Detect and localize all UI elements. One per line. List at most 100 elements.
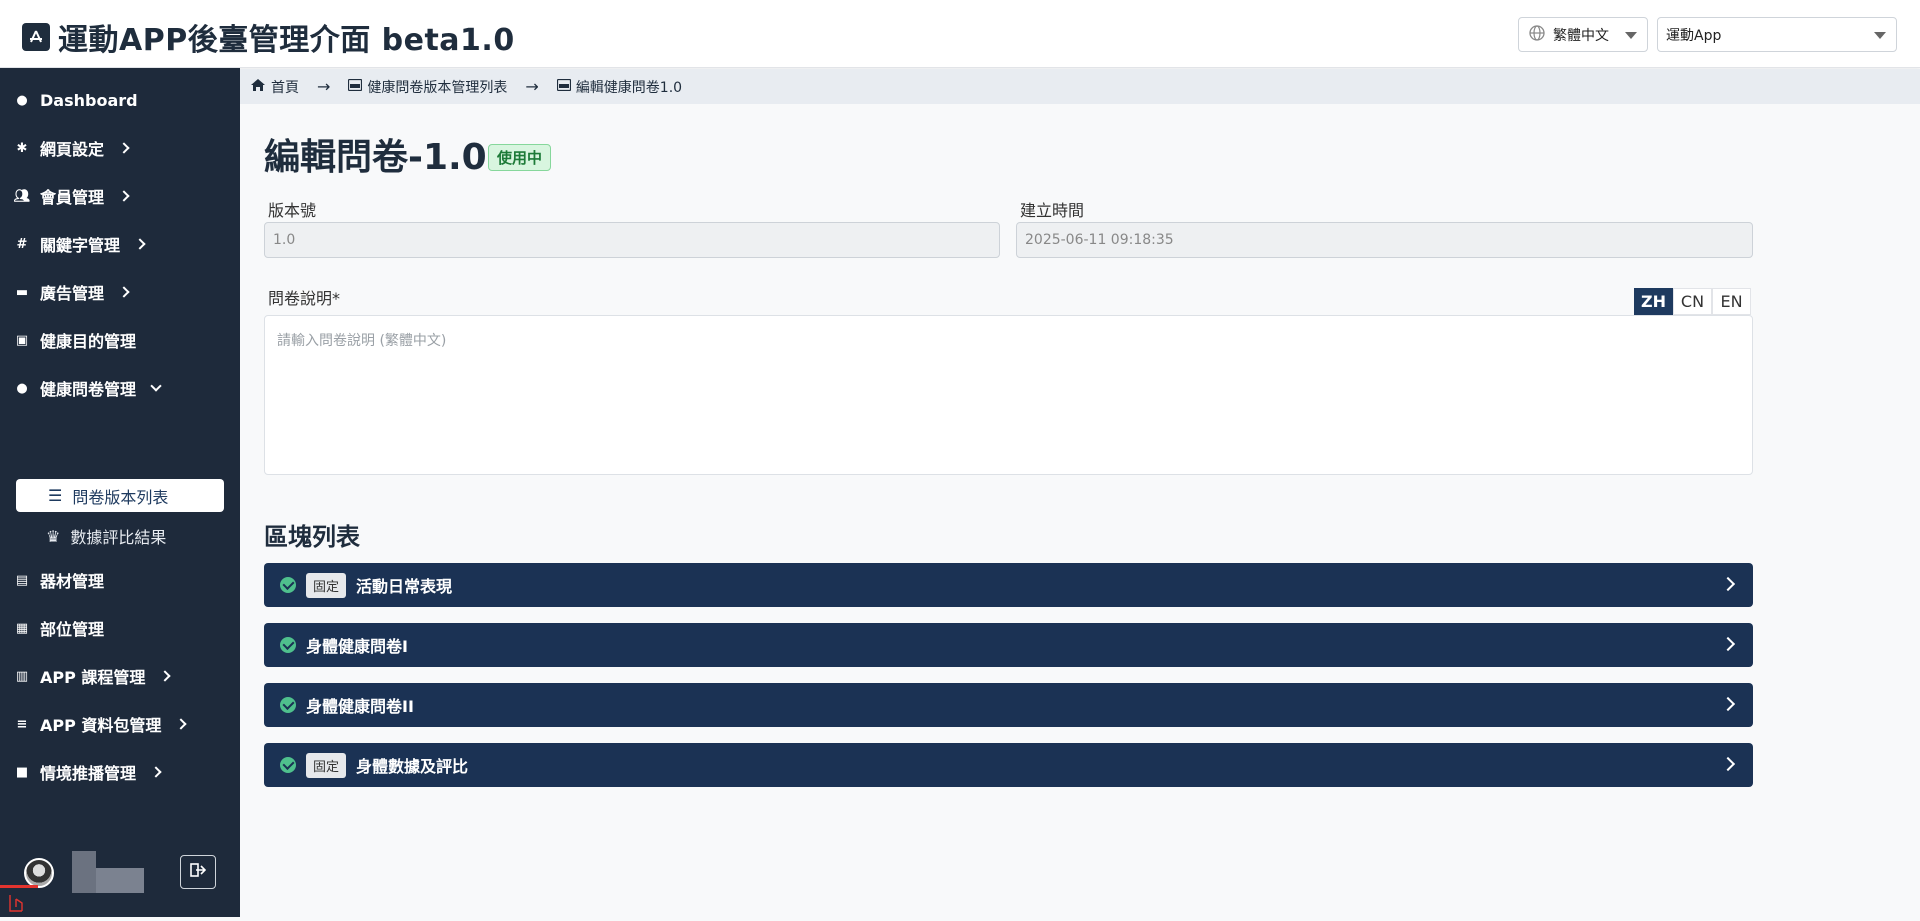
sidebar: ● Dashboard ✱ 網頁設定 👥︎ 會員管理 # 關鍵字管理 ▬ 廣告管…	[0, 68, 240, 917]
description-placeholder: 請輸入問卷說明 (繁體中文)	[277, 333, 447, 349]
fixed-tag: 固定	[306, 572, 347, 598]
block-list-title: 區塊列表	[264, 523, 360, 551]
status-badge: 使用中	[488, 144, 552, 171]
top-header: 運動APP後臺管理介面 beta1.0 繁體中文 運動App	[0, 0, 1920, 68]
description-label: 問卷說明*	[268, 289, 341, 308]
sidebar-item-label: APP 資料包管理	[40, 716, 162, 735]
sidebar-item-health-goals[interactable]: ▣ 健康目的管理	[14, 325, 136, 355]
chevron-right-icon	[175, 718, 188, 730]
chevron-down-icon	[150, 380, 162, 392]
chevron-right-icon	[159, 670, 172, 682]
version-label: 版本號	[268, 201, 317, 220]
toolbox-icon: ▤	[15, 572, 29, 588]
version-field[interactable]: 1.0	[264, 222, 1000, 258]
list-alt-icon	[556, 78, 571, 95]
sidebar-subitem-data-results[interactable]: ♛ 數據評比結果	[46, 521, 166, 551]
chevron-right-icon	[150, 766, 162, 778]
app-store-icon	[22, 23, 50, 51]
breadcrumb-home[interactable]: 首頁	[250, 77, 299, 97]
logout-button[interactable]	[180, 855, 216, 889]
database-icon: ≡	[16, 716, 28, 732]
block-row[interactable]: 固定 身體數據及評比	[264, 743, 1753, 787]
block-label: 身體數據及評比	[356, 757, 469, 776]
hashtag-icon: #	[16, 236, 28, 252]
sidebar-item-body-parts[interactable]: ▦ 部位管理	[14, 613, 104, 643]
block-label: 身體健康問卷I	[306, 637, 408, 656]
language-select-value: 繁體中文	[1553, 27, 1609, 44]
users-icon: 👥︎	[13, 188, 31, 204]
sidebar-item-context-push[interactable]: ■ 情境推播管理	[14, 757, 162, 787]
sidebar-item-label: Dashboard	[40, 90, 138, 110]
breadcrumb-home-label: 首頁	[271, 79, 299, 96]
block-row[interactable]: 固定 活動日常表現	[264, 563, 1753, 607]
sidebar-item-label: 健康目的管理	[40, 332, 137, 351]
chevron-right-icon	[1720, 756, 1736, 772]
arrow-right-icon: →	[525, 77, 539, 96]
tab-cn[interactable]: CN	[1673, 288, 1712, 315]
block-label: 活動日常表現	[356, 577, 453, 596]
chevron-right-icon	[118, 286, 130, 298]
sidebar-item-dashboard[interactable]: ● Dashboard	[14, 85, 138, 115]
sidebar-item-label: 健康問卷管理	[40, 380, 137, 399]
book-icon: ▥	[15, 668, 29, 684]
laravel-logo-icon	[0, 885, 38, 917]
crown-icon: ♛	[46, 526, 61, 546]
chevron-right-icon	[1720, 576, 1736, 592]
avatar[interactable]	[24, 858, 54, 888]
sidebar-item-label: 情境推播管理	[40, 764, 137, 783]
sidebar-item-label: 廣告管理	[40, 284, 105, 303]
tab-en[interactable]: EN	[1712, 288, 1751, 315]
sidebar-item-label: 部位管理	[40, 620, 105, 639]
chevron-right-icon	[118, 142, 130, 154]
breadcrumb-list-label: 健康問卷版本管理列表	[367, 79, 508, 96]
created-time-field[interactable]: 2025-06-11 09:18:35	[1016, 222, 1753, 258]
breadcrumb: 首頁 → 健康問卷版本管理列表 → 編輯健康問卷1.0	[240, 69, 1920, 104]
sidebar-item-keywords[interactable]: # 關鍵字管理	[14, 229, 146, 259]
portrait-icon: ▦	[15, 620, 29, 636]
gear-icon: ✱	[16, 140, 28, 156]
sidebar-item-ads[interactable]: ▬ 廣告管理	[14, 277, 130, 307]
home-icon	[250, 78, 266, 96]
sidebar-item-label: 會員管理	[40, 188, 105, 207]
block-row[interactable]: 身體健康問卷I	[264, 623, 1753, 667]
sidebar-item-equipment[interactable]: ▤ 器材管理	[14, 565, 104, 595]
tab-zh[interactable]: ZH	[1634, 288, 1673, 315]
language-select[interactable]: 繁體中文	[1518, 17, 1648, 52]
ad-icon: ▬	[15, 284, 29, 300]
sidebar-item-health-survey[interactable]: ● 健康問卷管理	[14, 373, 162, 403]
list-alt-icon	[348, 78, 363, 95]
list-icon: ☰	[48, 486, 63, 505]
sidebar-subitem-survey-versions[interactable]: ☰ 問卷版本列表	[16, 479, 224, 512]
palette-icon: ●	[16, 92, 28, 108]
description-textarea[interactable]: 請輸入問卷說明 (繁體中文)	[264, 315, 1753, 475]
page-title: 編輯問卷-1.0	[264, 137, 487, 178]
sidebar-item-label: APP 課程管理	[40, 668, 146, 687]
message-icon: ■	[15, 764, 29, 780]
chevron-down-icon	[1874, 32, 1886, 39]
sidebar-item-label: 網頁設定	[40, 140, 105, 159]
brand: 運動APP後臺管理介面 beta1.0	[22, 15, 515, 59]
chevron-right-icon	[1720, 696, 1736, 712]
breadcrumb-survey-list[interactable]: 健康問卷版本管理列表	[348, 77, 507, 97]
created-time-label: 建立時間	[1020, 201, 1085, 220]
fixed-tag: 固定	[306, 752, 347, 778]
chevron-right-icon	[134, 238, 146, 250]
medkit-icon: ▣	[15, 332, 29, 348]
sidebar-item-app-packages[interactable]: ≡ APP 資料包管理	[14, 709, 188, 739]
sidebar-subitem-label: 數據評比結果	[70, 528, 167, 547]
sidebar-item-app-courses[interactable]: ▥ APP 課程管理	[14, 661, 172, 691]
app-select[interactable]: 運動App	[1657, 17, 1897, 52]
app-select-value: 運動App	[1666, 27, 1722, 44]
app-title: 運動APP後臺管理介面 beta1.0	[58, 23, 515, 58]
sign-out-icon	[190, 862, 207, 882]
block-row[interactable]: 身體健康問卷II	[264, 683, 1753, 727]
sidebar-item-web-settings[interactable]: ✱ 網頁設定	[14, 133, 130, 163]
sidebar-item-members[interactable]: 👥︎ 會員管理	[13, 181, 130, 211]
block-label: 身體健康問卷II	[306, 697, 414, 716]
check-circle-icon	[280, 697, 296, 713]
check-circle-icon	[280, 757, 296, 773]
sidebar-subitem-label: 問卷版本列表	[72, 487, 169, 507]
user-name-redacted	[72, 851, 144, 893]
sidebar-item-label: 器材管理	[40, 572, 105, 591]
comment-icon: ●	[16, 380, 28, 396]
